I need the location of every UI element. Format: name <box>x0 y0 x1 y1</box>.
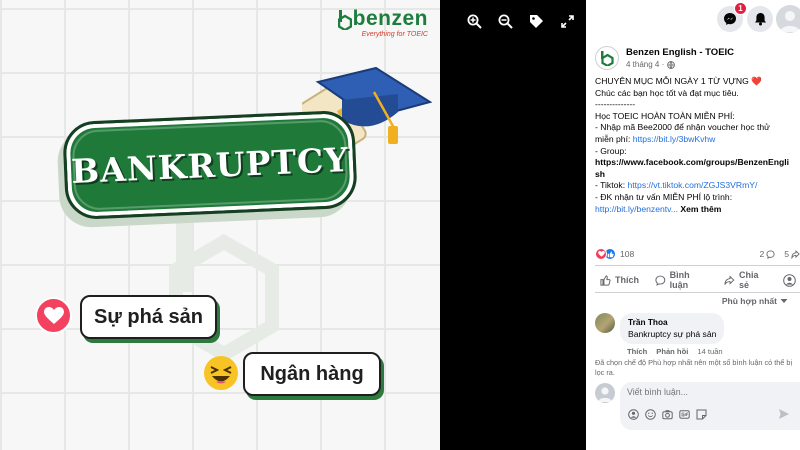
comment-icon <box>655 275 666 286</box>
heart-icon <box>35 297 72 334</box>
reaction-count[interactable]: 108 <box>620 249 634 259</box>
post-line: miễn phí: https://bit.ly/3bwKvhw <box>595 133 716 144</box>
consult-link[interactable]: http://bit.ly/benzentv... <box>595 204 678 214</box>
tag-icon[interactable] <box>527 12 546 31</box>
account-avatar[interactable] <box>776 5 800 33</box>
gif-icon[interactable] <box>679 409 690 420</box>
page-name-link[interactable]: Benzen English - TOEIC <box>626 47 734 58</box>
send-icon[interactable] <box>778 408 790 420</box>
post-line: - Nhập mã Bee2000 để nhận voucher học th… <box>595 122 770 133</box>
avatar-icon <box>783 273 796 287</box>
top-bar: 1 <box>586 0 800 38</box>
zoom-in-icon[interactable] <box>465 12 484 31</box>
emoji-icon[interactable] <box>645 409 656 420</box>
page-avatar[interactable] <box>595 46 619 70</box>
share-count[interactable]: 5 <box>784 249 800 259</box>
thumbs-up-icon <box>600 274 611 286</box>
brand-name: benzen <box>352 7 428 30</box>
share-count-icon <box>791 249 800 259</box>
post-image[interactable]: benzen Everything for TOEIC BANKRUPTCY S… <box>0 0 440 450</box>
comment-actions: Thích Phản hồi 14 tuần <box>627 347 723 356</box>
comment-like-button[interactable]: Thích <box>627 347 647 356</box>
camera-icon[interactable] <box>662 409 673 420</box>
comment-sort-dropdown[interactable]: Phù hợp nhất <box>722 296 788 306</box>
brand-tagline: Everything for TOEIC <box>361 31 428 38</box>
group-link[interactable]: https://www.facebook.com/groups/BenzenEn… <box>595 157 795 169</box>
commenter-name[interactable]: Trần Thoa <box>628 317 716 327</box>
comment-button[interactable]: Bình luận <box>651 268 713 292</box>
post-side-panel: 1 Benzen English - TOEIC 4 tháng 4 · CHU… <box>586 0 800 450</box>
post-line: - Tiktok: https://vt.tiktok.com/ZGJS3VRm… <box>595 180 758 191</box>
sticker-icon[interactable] <box>696 409 707 420</box>
vocab-word: BANKRUPTCY <box>70 139 350 191</box>
my-avatar <box>595 383 615 403</box>
comment-count[interactable]: 2 <box>759 249 775 259</box>
messenger-button[interactable]: 1 <box>717 2 747 32</box>
comment-count-icon <box>766 249 775 259</box>
love-reaction-icon <box>595 248 607 260</box>
see-more-button[interactable]: Xem thêm <box>678 204 721 214</box>
notifications-button[interactable] <box>747 6 773 32</box>
post-line: http://bit.ly/benzentv... Xem thêm <box>595 204 795 216</box>
group-link-cont[interactable]: sh <box>595 169 795 181</box>
post-line: Chúc các bạn học tốt và đạt mục tiêu. <box>595 87 739 98</box>
brand-b-icon <box>337 10 352 30</box>
post-actions: Thích Bình luận Chia sẻ <box>586 270 800 290</box>
like-button[interactable]: Thích <box>596 273 643 288</box>
comment-reply-button[interactable]: Phản hồi <box>656 347 688 356</box>
comment-age[interactable]: 14 tuần <box>697 347 722 356</box>
fullscreen-icon[interactable] <box>558 12 577 31</box>
messenger-icon <box>724 13 736 25</box>
brand-logo: benzen Everything for TOEIC <box>337 7 428 38</box>
zoom-out-icon[interactable] <box>496 12 515 31</box>
word-banner: BANKRUPTCY <box>62 109 358 221</box>
reaction-icons[interactable] <box>595 248 616 260</box>
post-line: - Group: <box>595 145 627 156</box>
share-button[interactable]: Chia sẻ <box>720 268 774 292</box>
react-as-button[interactable] <box>779 272 800 289</box>
post-line: - ĐK nhận tư vấn MIỄN PHÍ lộ trình: <box>595 191 733 202</box>
divider <box>595 292 800 293</box>
post-line: Học TOEIC HOÀN TOÀN MIỄN PHÍ: <box>595 110 735 121</box>
filter-notice: Đã chọn chế độ Phù hợp nhất nên một số b… <box>595 358 793 377</box>
comment-input[interactable] <box>627 387 797 397</box>
laughing-emoji-icon <box>204 356 238 390</box>
chevron-down-icon <box>780 299 788 303</box>
post-line: -------------- <box>595 99 636 110</box>
photo-viewer-bar <box>440 0 586 450</box>
post-time[interactable]: 4 tháng 4 · <box>626 60 664 69</box>
comment-box[interactable] <box>620 382 800 430</box>
post-header: Benzen English - TOEIC 4 tháng 4 · <box>595 46 734 70</box>
bell-icon <box>754 13 766 26</box>
heart-emoji: ❤️ <box>751 76 762 86</box>
tiktok-link[interactable]: https://vt.tiktok.com/ZGJS3VRmY/ <box>627 180 757 190</box>
category-label: Ngân hàng <box>243 352 381 396</box>
comment-text: Bankruptcy sự phá sản <box>628 329 717 339</box>
commenter-avatar[interactable] <box>595 313 615 333</box>
comment-bubble: Trần Thoa Bankruptcy sự phá sản <box>620 313 725 344</box>
messenger-badge: 1 <box>734 2 747 15</box>
reactions-summary: 108 2 5 <box>595 246 800 262</box>
share-icon <box>724 274 735 285</box>
divider <box>595 265 800 266</box>
globe-icon <box>667 60 676 69</box>
post-line: CHUYÊN MỤC MỖI NGÀY 1 TỪ VỰNG ❤️ <box>595 76 762 86</box>
post-text: CHUYÊN MỤC MỖI NGÀY 1 TỪ VỰNG ❤️ Chúc cá… <box>595 76 795 215</box>
voucher-link[interactable]: https://bit.ly/3bwKvhw <box>633 134 716 144</box>
comment-item: Trần Thoa Bankruptcy sự phá sản <box>595 313 725 344</box>
avatar-sticker-icon[interactable] <box>628 409 639 420</box>
meaning-label: Sự phá sản <box>80 295 217 339</box>
watermark-logo <box>169 222 279 362</box>
